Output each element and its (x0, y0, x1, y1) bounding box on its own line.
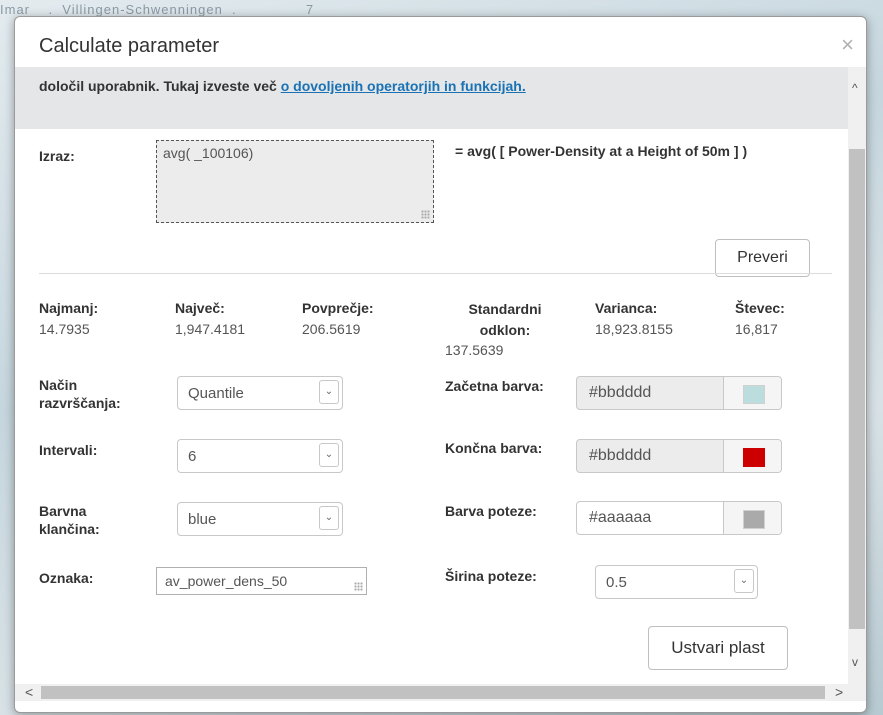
close-icon[interactable]: × (841, 34, 854, 56)
stat-max-label: Največ: (175, 300, 225, 316)
end-color-value: #bbdddd (589, 447, 652, 464)
start-color-picker[interactable]: #bbdddd (576, 376, 782, 410)
resize-grip-icon[interactable] (354, 582, 363, 591)
stroke-color-button[interactable] (723, 502, 781, 534)
classification-select[interactable]: Quantile ⌄ (177, 376, 343, 410)
stat-variance-label: Varianca: (595, 300, 658, 316)
intervals-select[interactable]: 6 ⌄ (177, 439, 343, 473)
stroke-width-value: 0.5 (606, 574, 627, 591)
dialog-title: Calculate parameter (39, 35, 220, 57)
check-button[interactable]: Preveri (715, 239, 810, 277)
chevron-down-icon: ⌄ (734, 569, 754, 593)
stat-max-value: 1,947.4181 (175, 321, 246, 337)
intervals-label: Intervali: (39, 442, 98, 458)
color-ramp-select[interactable]: blue ⌄ (177, 502, 343, 536)
stat-min-value: 14.7935 (39, 321, 90, 337)
horizontal-scrollbar[interactable]: < > (15, 684, 866, 701)
calculate-parameter-dialog: Calculate parameter × določil uporabnik.… (14, 16, 867, 713)
chevron-down-icon: ⌄ (319, 443, 339, 467)
intervals-value: 6 (188, 448, 197, 465)
stat-count-value: 16,817 (735, 321, 778, 337)
dialog-content: določil uporabnik. Tukaj izveste več o d… (15, 67, 848, 684)
scroll-up-icon[interactable]: ^ (852, 81, 858, 95)
expression-input[interactable]: avg( _100106) (156, 140, 434, 223)
stat-mean-label: Povprečje: (302, 300, 374, 316)
expression-preview: = avg( [ Power-Density at a Height of 50… (455, 143, 748, 159)
chevron-down-icon: ⌄ (319, 506, 339, 530)
classification-value: Quantile (188, 385, 244, 402)
end-color-picker[interactable]: #bbdddd (576, 439, 782, 473)
end-color-button[interactable] (723, 440, 781, 472)
stroke-color-picker[interactable]: #aaaaaa (576, 501, 782, 535)
expression-value: avg( _100106) (163, 145, 254, 161)
start-color-value: #bbdddd (589, 384, 652, 401)
stroke-color-label: Barva poteze: (445, 503, 537, 519)
operators-help-link[interactable]: o dovoljenih operatorjih in funkcijah. (281, 78, 526, 94)
info-banner: določil uporabnik. Tukaj izveste več o d… (15, 67, 848, 129)
start-color-button[interactable] (723, 377, 781, 409)
vertical-scrollbar[interactable]: ^ v (848, 67, 866, 685)
scroll-down-icon[interactable]: v (852, 655, 858, 669)
stroke-width-label: Širina poteze: (445, 568, 537, 584)
layer-name-label: Oznaka: (39, 570, 94, 586)
layer-name-input[interactable]: av_power_dens_50 (156, 567, 367, 595)
stat-stddev-label: Standardni odklon: (468, 301, 542, 338)
stat-count-label: Števec: (735, 300, 785, 316)
classification-label: Način razvrščanja: (39, 377, 121, 411)
stat-min-label: Najmanj: (39, 300, 99, 316)
end-color-swatch (743, 448, 765, 467)
stat-variance-value: 18,923.8155 (595, 321, 673, 337)
color-ramp-label: Barvna klančina: (39, 503, 100, 537)
layer-name-value: av_power_dens_50 (165, 573, 288, 589)
create-layer-button[interactable]: Ustvari plast (648, 626, 788, 670)
scroll-right-icon[interactable]: > (835, 684, 843, 700)
info-message: določil uporabnik. Tukaj izveste več (39, 78, 281, 94)
start-color-swatch (743, 385, 765, 404)
start-color-label: Začetna barva: (445, 378, 544, 394)
dialog-titlebar: Calculate parameter × (15, 17, 866, 67)
color-ramp-value: blue (188, 511, 217, 528)
divider (39, 273, 832, 274)
stroke-width-select[interactable]: 0.5 ⌄ (595, 565, 758, 599)
chevron-down-icon: ⌄ (319, 380, 339, 404)
stroke-color-swatch (743, 510, 765, 529)
horizontal-scroll-thumb[interactable] (41, 686, 825, 699)
scroll-left-icon[interactable]: < (25, 684, 33, 700)
info-text: določil uporabnik. Tukaj izveste več o d… (39, 76, 659, 97)
map-place-labels: Imar . Villingen-Schwenningen . 7 (0, 2, 315, 17)
resize-grip-icon[interactable] (421, 210, 430, 219)
end-color-label: Končna barva: (445, 440, 543, 456)
stroke-color-value[interactable]: #aaaaaa (577, 502, 723, 534)
expression-label: Izraz: (39, 148, 75, 164)
stat-mean-value: 206.5619 (302, 321, 361, 337)
vertical-scroll-thumb[interactable] (849, 149, 865, 629)
stat-stddev-value: 137.5639 (445, 342, 504, 358)
